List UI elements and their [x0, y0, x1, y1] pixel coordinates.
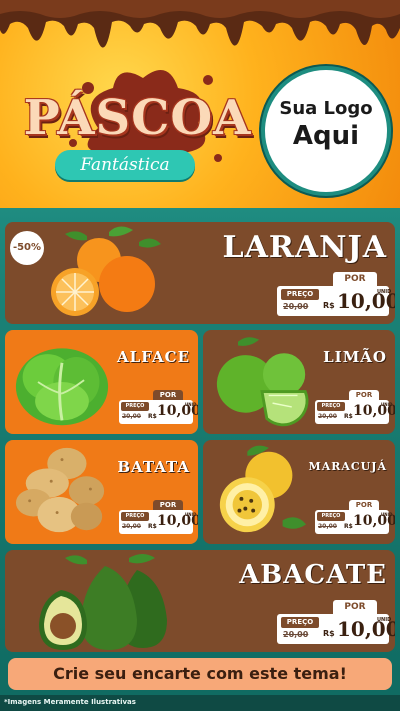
product-name: LARANJA — [222, 230, 387, 265]
por-label: POR — [153, 500, 183, 510]
preco-label: PREÇO — [317, 512, 345, 521]
lime-illustration — [216, 337, 309, 427]
currency-label: R$ — [148, 413, 157, 420]
price-tag: POR PREÇO 20,00 R$ 10,00 UNID — [315, 500, 395, 536]
price-tag: POR PREÇO 20,00 R$ 10,00 UNID — [119, 390, 198, 426]
old-price: 20,00 — [318, 523, 337, 530]
product-card-laranja: LARANJA POR PREÇO 20,00 R$ 10,00 UNID — [5, 222, 395, 324]
page-subtitle: Fantástica — [55, 150, 195, 180]
cta-banner[interactable]: Crie seu encarte com este tema! — [8, 658, 392, 690]
price-tag: POR PREÇO 20,00 R$ 10,00 UNID — [119, 500, 198, 536]
unit-label: UNID — [377, 289, 392, 295]
page-title: PÁSCOA — [23, 90, 252, 146]
product-card-alface: ALFACE POR PREÇO 20,00 R$ 10,00 UNID — [5, 330, 198, 434]
preco-label: PREÇO — [121, 402, 149, 411]
preco-label: PREÇO — [281, 617, 319, 628]
por-label: POR — [349, 500, 379, 510]
currency-label: R$ — [344, 413, 353, 420]
unit-label: UNID — [377, 617, 392, 623]
currency-label: R$ — [323, 629, 335, 638]
preco-label: PREÇO — [281, 289, 319, 300]
unit-label: UNID — [185, 512, 197, 517]
old-price: 20,00 — [122, 413, 141, 420]
logo-placeholder: Sua Logo Aqui — [265, 70, 387, 192]
orange-illustration — [51, 226, 161, 316]
unit-label: UNID — [381, 512, 393, 517]
logo-line-1: Sua Logo — [279, 98, 373, 119]
flyer: PÁSCOA Fantástica Sua Logo Aqui LARANJA … — [0, 0, 400, 711]
old-price: 20,00 — [318, 413, 337, 420]
price-tag: POR PREÇO 20,00 R$ 10,00 UNID — [277, 272, 395, 316]
old-price: 20,00 — [122, 523, 141, 530]
unit-label: UNID — [185, 402, 197, 407]
currency-label: R$ — [323, 301, 335, 310]
discount-badge: -50% — [10, 231, 44, 265]
product-card-maracuja: MARACUJÁ POR PREÇO 20,00 R$ 10,00 UNID — [203, 440, 395, 544]
preco-label: PREÇO — [317, 402, 345, 411]
por-label: POR — [333, 600, 377, 614]
old-price: 20,00 — [283, 630, 309, 639]
logo-line-2: Aqui — [292, 121, 360, 151]
product-name: ALFACE — [117, 348, 190, 366]
preco-label: PREÇO — [121, 512, 149, 521]
price-tag: POR PREÇO 20,00 R$ 10,00 UNID — [315, 390, 395, 426]
product-card-abacate: ABACATE POR PREÇO 20,00 R$ 10,00 UNID — [5, 550, 395, 652]
old-price: 20,00 — [283, 302, 309, 311]
avocado-illustration — [39, 554, 167, 650]
product-name: MARACUJÁ — [308, 460, 387, 473]
por-label: POR — [349, 390, 379, 400]
price-tag: POR PREÇO 20,00 R$ 10,00 UNID — [277, 600, 395, 644]
por-label: POR — [333, 272, 377, 286]
product-card-batata: BATATA POR PREÇO 20,00 R$ 10,00 UNID — [5, 440, 198, 544]
hero-banner: PÁSCOA Fantástica Sua Logo Aqui — [0, 0, 400, 208]
passion-fruit-illustration — [219, 445, 307, 533]
lettuce-illustration — [15, 348, 109, 426]
unit-label: UNID — [381, 402, 393, 407]
product-name: BATATA — [117, 458, 190, 476]
currency-label: R$ — [344, 523, 353, 530]
product-name: LIMÃO — [323, 348, 387, 366]
disclaimer-text: *Imagens Meramente Ilustrativas — [4, 698, 136, 706]
product-name: ABACATE — [239, 560, 387, 590]
potato-illustration — [15, 447, 105, 533]
currency-label: R$ — [148, 523, 157, 530]
por-label: POR — [153, 390, 183, 400]
product-card-limao: LIMÃO POR PREÇO 20,00 R$ 10,00 UNID — [203, 330, 395, 434]
